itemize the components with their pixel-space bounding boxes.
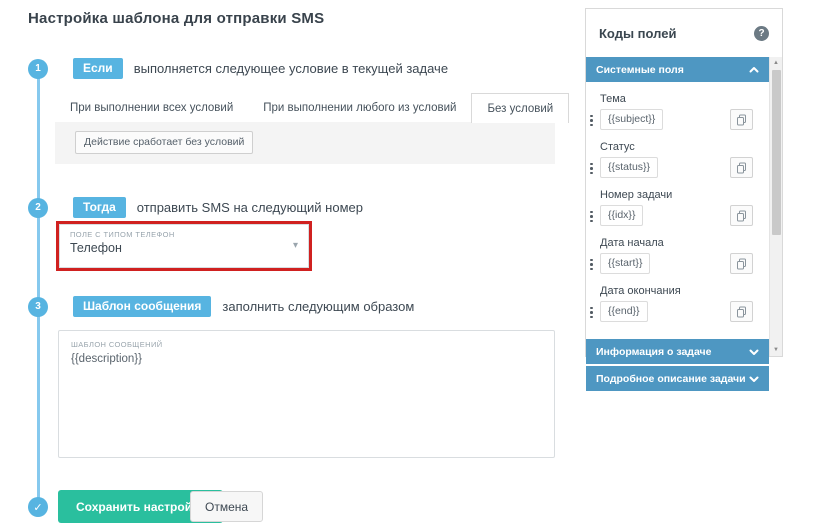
drag-handle-icon[interactable] bbox=[590, 258, 593, 270]
step-2-number: 2 bbox=[28, 197, 48, 218]
section-task-description[interactable]: Подробное описание задачи bbox=[586, 366, 769, 391]
sms-template-settings-screen: Настройка шаблона для отправки SMS 1 Есл… bbox=[0, 0, 840, 527]
field-code-chip[interactable]: {{subject}} bbox=[600, 109, 664, 130]
section-task-info-label: Информация о задаче bbox=[596, 345, 712, 358]
tab-all-conditions[interactable]: При выполнении всех условий bbox=[55, 93, 248, 122]
field-code-chip[interactable]: {{end}} bbox=[600, 301, 648, 322]
step-1-number: 1 bbox=[28, 58, 48, 79]
help-icon[interactable]: ? bbox=[754, 25, 769, 41]
field-group-status: Статус {{status}} bbox=[590, 141, 761, 178]
phone-field-select[interactable]: ПОЛЕ С ТИПОМ ТЕЛЕФОН Телефон ▾ bbox=[59, 224, 309, 268]
copy-icon[interactable] bbox=[730, 253, 753, 274]
chevron-down-icon[interactable]: ▾ bbox=[293, 240, 298, 251]
field-codes-body: Системные поля Тема {{subject}} Статус {… bbox=[586, 57, 782, 391]
tab-no-conditions[interactable]: Без условий bbox=[471, 93, 570, 123]
step-2-text: отправить SMS на следующий номер bbox=[136, 200, 363, 215]
field-label: Дата окончания bbox=[600, 285, 681, 297]
condition-tab-panel: Действие сработает без условий bbox=[55, 122, 555, 164]
sidebar-scrollbar[interactable]: ▲ ▼ bbox=[769, 57, 782, 356]
chevron-down-icon bbox=[749, 374, 759, 384]
copy-icon[interactable] bbox=[730, 157, 753, 178]
chevron-down-icon bbox=[749, 347, 759, 357]
copy-icon[interactable] bbox=[730, 109, 753, 130]
drag-handle-icon[interactable] bbox=[590, 162, 593, 174]
step-2-row: 2 Тогда отправить SMS на следующий номер bbox=[28, 197, 363, 218]
step-3-number: 3 bbox=[28, 296, 48, 317]
check-icon: ✓ bbox=[28, 497, 48, 517]
field-group-task-number: Номер задачи {{idx}} bbox=[590, 189, 761, 226]
field-code-chip[interactable]: {{idx}} bbox=[600, 205, 644, 226]
field-codes-title: Коды полей bbox=[599, 25, 677, 41]
section-system-fields-label: Системные поля bbox=[596, 63, 684, 76]
field-codes-panel: Коды полей ? Системные поля Тема {{subje… bbox=[585, 8, 783, 391]
cancel-button[interactable]: Отмена bbox=[190, 491, 264, 522]
section-task-info[interactable]: Информация о задаче bbox=[586, 339, 769, 364]
message-template-label: ШАБЛОН СООБЩЕНИЙ bbox=[71, 340, 163, 349]
field-group-end-date: Дата окончания {{end}} bbox=[590, 285, 761, 322]
collapsed-sections: Информация о задаче Подробное описание з… bbox=[586, 339, 769, 391]
field-label: Статус bbox=[600, 141, 635, 153]
scrollbar-thumb[interactable] bbox=[771, 70, 781, 235]
field-group-start-date: Дата начала {{start}} bbox=[590, 237, 761, 274]
step-1-text: выполняется следующее условие в текущей … bbox=[133, 61, 449, 76]
step-connector-line bbox=[37, 68, 40, 508]
copy-icon[interactable] bbox=[730, 301, 753, 322]
step-3-text: заполнить следующим образом bbox=[222, 299, 415, 314]
field-code-chip[interactable]: {{start}} bbox=[600, 253, 651, 274]
drag-handle-icon[interactable] bbox=[590, 210, 593, 222]
drag-handle-icon[interactable] bbox=[590, 114, 593, 126]
tab-any-condition[interactable]: При выполнении любого из условий bbox=[248, 93, 471, 122]
field-codes-content: Системные поля Тема {{subject}} Статус {… bbox=[586, 57, 769, 391]
section-task-description-label: Подробное описание задачи bbox=[596, 372, 746, 385]
system-fields-list: Тема {{subject}} Статус {{status}} Номер… bbox=[586, 82, 769, 339]
no-condition-button[interactable]: Действие сработает без условий bbox=[75, 131, 254, 154]
red-highlight-box: ПОЛЕ С ТИПОМ ТЕЛЕФОН Телефон ▾ bbox=[56, 221, 312, 271]
page-title: Настройка шаблона для отправки SMS bbox=[28, 10, 325, 27]
field-codes-header: Коды полей ? bbox=[586, 9, 782, 57]
message-template-textarea[interactable]: ШАБЛОН СООБЩЕНИЙ {{description}} bbox=[58, 330, 555, 458]
scroll-up-arrow-icon[interactable]: ▲ bbox=[770, 57, 782, 69]
field-group-subject: Тема {{subject}} bbox=[590, 93, 761, 130]
field-label: Тема bbox=[600, 93, 626, 105]
chevron-up-icon bbox=[749, 65, 759, 75]
scroll-down-arrow-icon[interactable]: ▼ bbox=[770, 344, 782, 356]
field-label: Дата начала bbox=[600, 237, 664, 249]
step-1-row: 1 Если выполняется следующее условие в т… bbox=[28, 58, 448, 79]
message-template-value: {{description}} bbox=[71, 353, 142, 365]
step-1-badge-if: Если bbox=[73, 58, 123, 79]
phone-select-label: ПОЛЕ С ТИПОМ ТЕЛЕФОН bbox=[70, 230, 175, 239]
step-3-row: 3 Шаблон сообщения заполнить следующим о… bbox=[28, 296, 414, 317]
section-system-fields[interactable]: Системные поля bbox=[586, 57, 769, 82]
step-3-badge-template: Шаблон сообщения bbox=[73, 296, 212, 317]
field-code-chip[interactable]: {{status}} bbox=[600, 157, 659, 178]
field-label: Номер задачи bbox=[600, 189, 673, 201]
drag-handle-icon[interactable] bbox=[590, 306, 593, 318]
copy-icon[interactable] bbox=[730, 205, 753, 226]
step-2-badge-then: Тогда bbox=[73, 197, 126, 218]
phone-select-value: Телефон bbox=[70, 241, 122, 255]
condition-tabs: При выполнении всех условий При выполнен… bbox=[55, 93, 570, 123]
